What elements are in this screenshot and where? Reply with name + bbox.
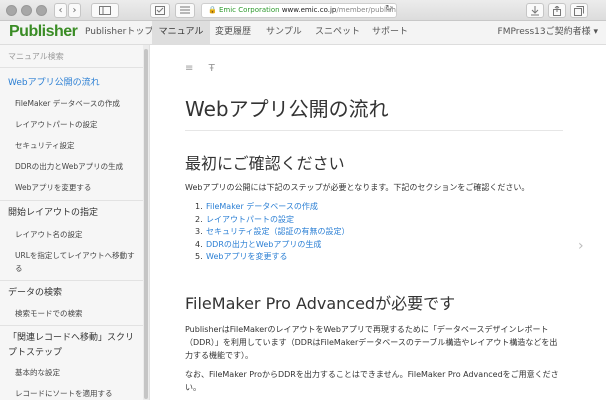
list-item: 3. セキュリティ設定（認証の有無の設定） [195, 227, 350, 236]
sidebar-divider [0, 280, 143, 281]
step-link[interactable]: FileMaker データベースの作成 [206, 202, 318, 211]
nav-manual[interactable]: マニュアル [152, 21, 210, 44]
step-link[interactable]: レイアウトパートの設定 [206, 215, 294, 224]
next-page-icon[interactable]: › [578, 238, 584, 254]
share-icon [553, 5, 561, 16]
download-icon [531, 6, 539, 16]
sidebar-item[interactable]: FileMaker データベースの作成 [15, 97, 135, 110]
section-heading-fmpa: FileMaker Pro Advancedが必要です [185, 294, 456, 313]
section-paragraph: PublisherはFileMakerのレイアウトをWebアプリで再現するために… [185, 325, 558, 360]
manual-sidebar: マニュアル検索 Webアプリ公開の流れ FileMaker データベースの作成 … [0, 45, 150, 400]
site-header: Publisher Publisherトップ マニュアル 変更履歴 サンプル ス… [0, 21, 606, 45]
sidebar-section-go-to-related[interactable]: 「関連レコードへ移動」スクリプトステップ [8, 331, 136, 361]
tabs-overview-button[interactable] [570, 3, 588, 18]
sidebar-section-data-search[interactable]: データの検索 [8, 286, 136, 301]
sidebar-item[interactable]: Webアプリを変更する [15, 181, 135, 194]
section-intro: Webアプリの公開には下記のステップが必要となります。下記のセクションをご確認く… [185, 183, 530, 192]
shield-icon [155, 6, 165, 15]
forward-button[interactable]: › [68, 3, 81, 18]
back-icon: ‹ [58, 5, 63, 16]
title-divider [185, 130, 563, 131]
sidebar-item[interactable]: レコードにソートを適用する [15, 387, 135, 400]
zoom-window-button[interactable] [36, 5, 47, 16]
reader-button[interactable] [175, 3, 195, 18]
back-button[interactable]: ‹ [54, 3, 67, 18]
nav-snippets[interactable]: スニペット [315, 21, 360, 44]
reader-icon [180, 6, 190, 14]
sidebar-item[interactable]: レイアウト名の設定 [15, 228, 135, 241]
nav-changelog[interactable]: 変更履歴 [215, 21, 251, 44]
share-button[interactable] [548, 3, 566, 18]
step-link[interactable]: DDRの出力とWebアプリの生成 [206, 240, 321, 249]
lock-icon: 🔒 [208, 6, 217, 14]
publisher-logo[interactable]: Publisher [9, 23, 78, 41]
sidebar-item[interactable]: 基本的な設定 [15, 366, 135, 379]
nav-samples[interactable]: サンプル [266, 21, 302, 44]
main-content: ≡ Ŧ Webアプリ公開の流れ 最初にご確認ください Webアプリの公開には下記… [150, 45, 606, 400]
sidebar-icon [99, 6, 111, 15]
minimize-window-button[interactable] [21, 5, 32, 16]
sidebar-item[interactable]: URLを指定してレイアウトへ移動する [15, 249, 135, 275]
sidebar-section-start-layout[interactable]: 開始レイアウトの指定 [8, 206, 136, 221]
share-shield-button[interactable] [150, 3, 170, 18]
sidebar-item[interactable]: レイアウトパートの設定 [15, 118, 135, 131]
content-toolbar: ≡ Ŧ [185, 63, 227, 74]
sidebar-divider [0, 325, 143, 326]
step-link[interactable]: セキュリティ設定（認証の有無の設定） [206, 227, 350, 236]
font-size-icon[interactable]: Ŧ [209, 63, 215, 74]
section-heading-confirm: 最初にご確認ください [185, 154, 345, 173]
sidebar-item[interactable]: DDRの出力とWebアプリの生成 [15, 160, 135, 173]
steps-list: 1. FileMaker データベースの作成 2. レイアウトパートの設定 3. セキ… [195, 201, 495, 264]
close-window-button[interactable] [6, 5, 17, 16]
tabs-icon [574, 6, 584, 16]
step-link[interactable]: Webアプリを変更する [206, 252, 287, 261]
list-item: 1. FileMaker データベースの作成 [195, 202, 318, 211]
list-item: 5. Webアプリを変更する [195, 252, 288, 261]
sidebar-section-webapp-flow[interactable]: Webアプリ公開の流れ [8, 76, 136, 91]
nav-support[interactable]: サポート [372, 21, 408, 44]
sidebar-item[interactable]: 検索モードでの検索 [15, 307, 135, 320]
page-title: Webアプリ公開の流れ [185, 97, 389, 121]
list-item: 4. DDRの出力とWebアプリの生成 [195, 239, 322, 249]
sidebar-item[interactable]: セキュリティ設定 [15, 139, 135, 152]
toc-icon[interactable]: ≡ [185, 63, 193, 74]
nav-publisher-top[interactable]: Publisherトップ [85, 21, 153, 44]
sidebar-toggle-button[interactable] [91, 3, 119, 18]
section-paragraph: なお、FileMaker ProからDDRを出力することはできません。FileM… [185, 370, 559, 392]
url-host: www.emic.co.jp [281, 6, 337, 14]
certificate-owner: Emic Corporation [218, 6, 280, 14]
browser-toolbar: ‹ › 🔒 Emic Corporation www.emic.co.jp/me… [0, 0, 606, 21]
download-button[interactable] [526, 3, 544, 18]
sidebar-divider [0, 200, 143, 201]
account-menu[interactable]: FMPress13ご契約者様 ▾ [498, 21, 598, 44]
forward-icon: › [72, 5, 77, 16]
sidebar-scrollbar-thumb[interactable] [144, 49, 148, 399]
list-item: 2. レイアウトパートの設定 [195, 214, 294, 224]
reload-icon[interactable]: ↻ [385, 4, 393, 14]
manual-search-input[interactable]: マニュアル検索 [0, 45, 144, 68]
address-bar[interactable]: 🔒 Emic Corporation www.emic.co.jp/member… [201, 3, 397, 18]
